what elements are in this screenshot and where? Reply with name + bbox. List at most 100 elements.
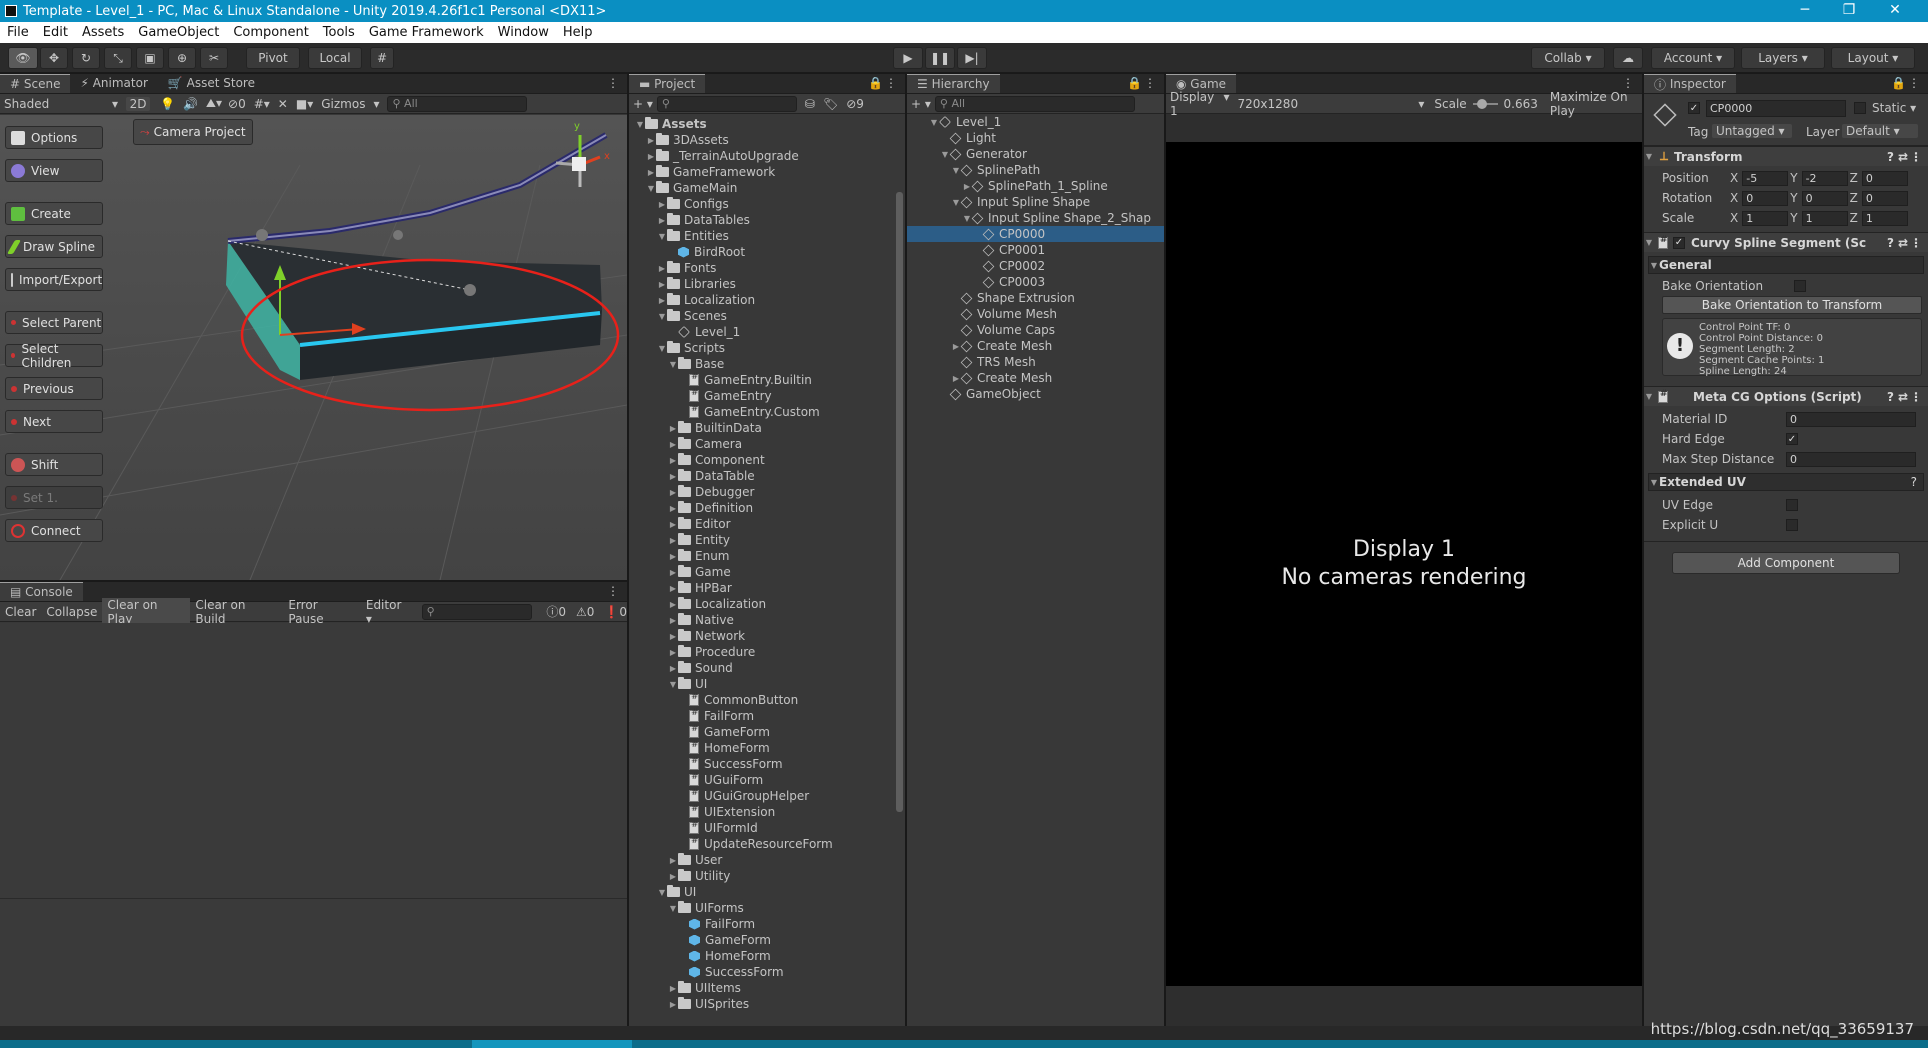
project-item[interactable]: ▶ Entity <box>633 532 893 548</box>
warning-count[interactable]: ⚠0 <box>576 605 594 619</box>
collapse-arrow-icon[interactable]: ▶ <box>668 584 678 593</box>
hierarchy-item[interactable]: CP0002 <box>907 258 1164 274</box>
project-item[interactable]: ▶ Localization <box>633 596 893 612</box>
collapse-arrow-icon[interactable]: ▶ <box>646 152 656 161</box>
layer-dropdown[interactable]: Default ▾ <box>1842 124 1918 138</box>
collapse-arrow-icon[interactable]: ▶ <box>668 552 678 561</box>
select-children-button[interactable]: Select Children <box>5 342 103 370</box>
lock-icon[interactable]: 🔒 <box>1127 76 1142 90</box>
options-button[interactable]: Options <box>5 126 103 149</box>
project-item[interactable]: GameEntry.Custom <box>633 404 893 420</box>
object-name-field[interactable]: CP0000 <box>1706 100 1846 117</box>
collapse-arrow-icon[interactable]: ▶ <box>657 216 667 225</box>
project-item[interactable]: GameEntry.Builtin <box>633 372 893 388</box>
bake-orientation-button[interactable]: Bake Orientation to Transform <box>1662 296 1922 314</box>
project-item[interactable]: ▶ Definition <box>633 500 893 516</box>
set-button[interactable]: Set 1. <box>5 486 103 509</box>
extended-uv-section[interactable]: ▼ Extended UV ? <box>1648 473 1924 491</box>
project-item[interactable]: ▶ Editor <box>633 516 893 532</box>
project-item[interactable]: HomeForm <box>633 740 893 756</box>
more-icon[interactable]: ⋮ <box>607 584 619 598</box>
step-button[interactable]: ▶| <box>957 47 987 69</box>
meta-cg-header[interactable]: ▼ Meta CG Options (Script) ? ⇄ ⋮ <box>1644 386 1928 406</box>
collapse-arrow-icon[interactable]: ▶ <box>668 520 678 529</box>
menu-gameobject[interactable]: GameObject <box>131 25 226 40</box>
transform-z-field[interactable]: 0 <box>1861 190 1908 206</box>
project-item[interactable]: ▶ Localization <box>633 292 893 308</box>
menu-window[interactable]: Window <box>491 25 556 40</box>
expand-arrow-icon[interactable]: ▼ <box>929 118 939 127</box>
expand-arrow-icon[interactable]: ▼ <box>657 344 667 353</box>
collapse-arrow-icon[interactable]: ▶ <box>668 472 678 481</box>
hierarchy-item[interactable]: ▶ Create Mesh <box>907 338 1164 354</box>
project-item[interactable]: ▶ Game <box>633 564 893 580</box>
hierarchy-item[interactable]: ▼ SplinePath <box>907 162 1164 178</box>
project-item[interactable]: Level_1 <box>633 324 893 340</box>
project-item[interactable]: ▼ UI <box>633 676 893 692</box>
2d-toggle[interactable]: 2D <box>126 96 150 111</box>
hierarchy-item[interactable]: Light <box>907 130 1164 146</box>
project-item[interactable]: HomeForm <box>633 948 893 964</box>
tab-console[interactable]: ▤ Console <box>0 582 83 601</box>
transform-z-field[interactable]: 0 <box>1861 170 1908 186</box>
project-item[interactable]: ▼ Base <box>633 356 893 372</box>
menu-game-framework[interactable]: Game Framework <box>362 25 491 40</box>
project-item[interactable]: ▶ User <box>633 852 893 868</box>
tab-inspector[interactable]: ⓘ Inspector <box>1644 74 1736 93</box>
collapse-arrow-icon[interactable]: ▶ <box>646 136 656 145</box>
project-item[interactable]: GameEntry <box>633 388 893 404</box>
expand-arrow-icon[interactable]: ▼ <box>668 360 678 369</box>
more-icon[interactable]: ⋮ <box>885 76 897 90</box>
hierarchy-item[interactable]: Volume Caps <box>907 322 1164 338</box>
project-item[interactable]: ▶ BuiltinData <box>633 420 893 436</box>
minimize-button[interactable]: ─ <box>1782 0 1828 22</box>
project-item[interactable]: ▶ Enum <box>633 548 893 564</box>
game-view[interactable]: Display 1 No cameras rendering <box>1166 142 1642 986</box>
project-item[interactable]: GameForm <box>633 724 893 740</box>
project-item[interactable]: ▶ Configs <box>633 196 893 212</box>
transform-tool-button[interactable]: ⊕ <box>168 47 196 69</box>
filter-label-icon[interactable]: 🏷 <box>823 97 838 111</box>
project-item[interactable]: ▶ Libraries <box>633 276 893 292</box>
clear-on-play-button[interactable]: Clear on Play <box>102 597 191 626</box>
connect-button[interactable]: Connect <box>5 519 103 542</box>
material-id-field[interactable]: 0 <box>1786 411 1916 427</box>
more-icon[interactable]: ⋮ <box>1910 390 1922 404</box>
collapse-arrow-icon[interactable]: ▶ <box>646 168 656 177</box>
filter-type-icon[interactable]: ⛁ <box>805 97 815 111</box>
collapse-arrow-icon[interactable]: ▶ <box>668 648 678 657</box>
project-item[interactable]: GameForm <box>633 932 893 948</box>
project-item[interactable]: UpdateResourceForm <box>633 836 893 852</box>
transform-y-field[interactable]: 1 <box>1801 210 1848 226</box>
draw-spline-button[interactable]: Draw Spline <box>5 235 103 258</box>
project-item[interactable]: SuccessForm <box>633 756 893 772</box>
transform-x-field[interactable]: 0 <box>1742 190 1789 206</box>
shift-button[interactable]: Shift <box>5 453 103 476</box>
more-icon[interactable]: ⋮ <box>1910 150 1922 164</box>
help-icon[interactable]: ? <box>1887 390 1894 404</box>
create-button[interactable]: Create <box>5 202 103 225</box>
expand-arrow-icon[interactable]: ▼ <box>668 680 678 689</box>
static-dropdown[interactable]: Static ▾ <box>1872 101 1916 115</box>
transform-x-field[interactable]: 1 <box>1742 210 1789 226</box>
tab-project[interactable]: ▬ Project <box>629 74 706 93</box>
collapse-arrow-icon[interactable]: ▶ <box>657 280 667 289</box>
hierarchy-item[interactable]: Volume Mesh <box>907 306 1164 322</box>
collapse-arrow-icon[interactable]: ▶ <box>668 456 678 465</box>
preset-icon[interactable]: ⇄ <box>1898 150 1908 164</box>
clear-on-build-button[interactable]: Clear on Build <box>190 598 283 626</box>
lock-icon[interactable]: 🔒 <box>868 76 883 90</box>
transform-x-field[interactable]: -5 <box>1742 170 1789 186</box>
collapse-arrow-icon[interactable]: ▶ <box>668 856 678 865</box>
expand-arrow-icon[interactable]: ▼ <box>657 312 667 321</box>
max-step-field[interactable]: 0 <box>1786 451 1916 467</box>
axis-y-label[interactable]: Y <box>1790 191 1797 205</box>
project-item[interactable]: ▶ Component <box>633 452 893 468</box>
collapse-arrow-icon[interactable]: ▶ <box>668 504 678 513</box>
expand-arrow-icon[interactable]: ▼ <box>657 232 667 241</box>
hard-edge-checkbox[interactable]: ✓ <box>1786 433 1798 445</box>
rect-tool-button[interactable]: ▣ <box>136 47 164 69</box>
preset-icon[interactable]: ⇄ <box>1898 390 1908 404</box>
tab-asset-store[interactable]: 🛒 Asset Store <box>158 74 265 93</box>
collapse-arrow-icon[interactable]: ▶ <box>668 1000 678 1009</box>
